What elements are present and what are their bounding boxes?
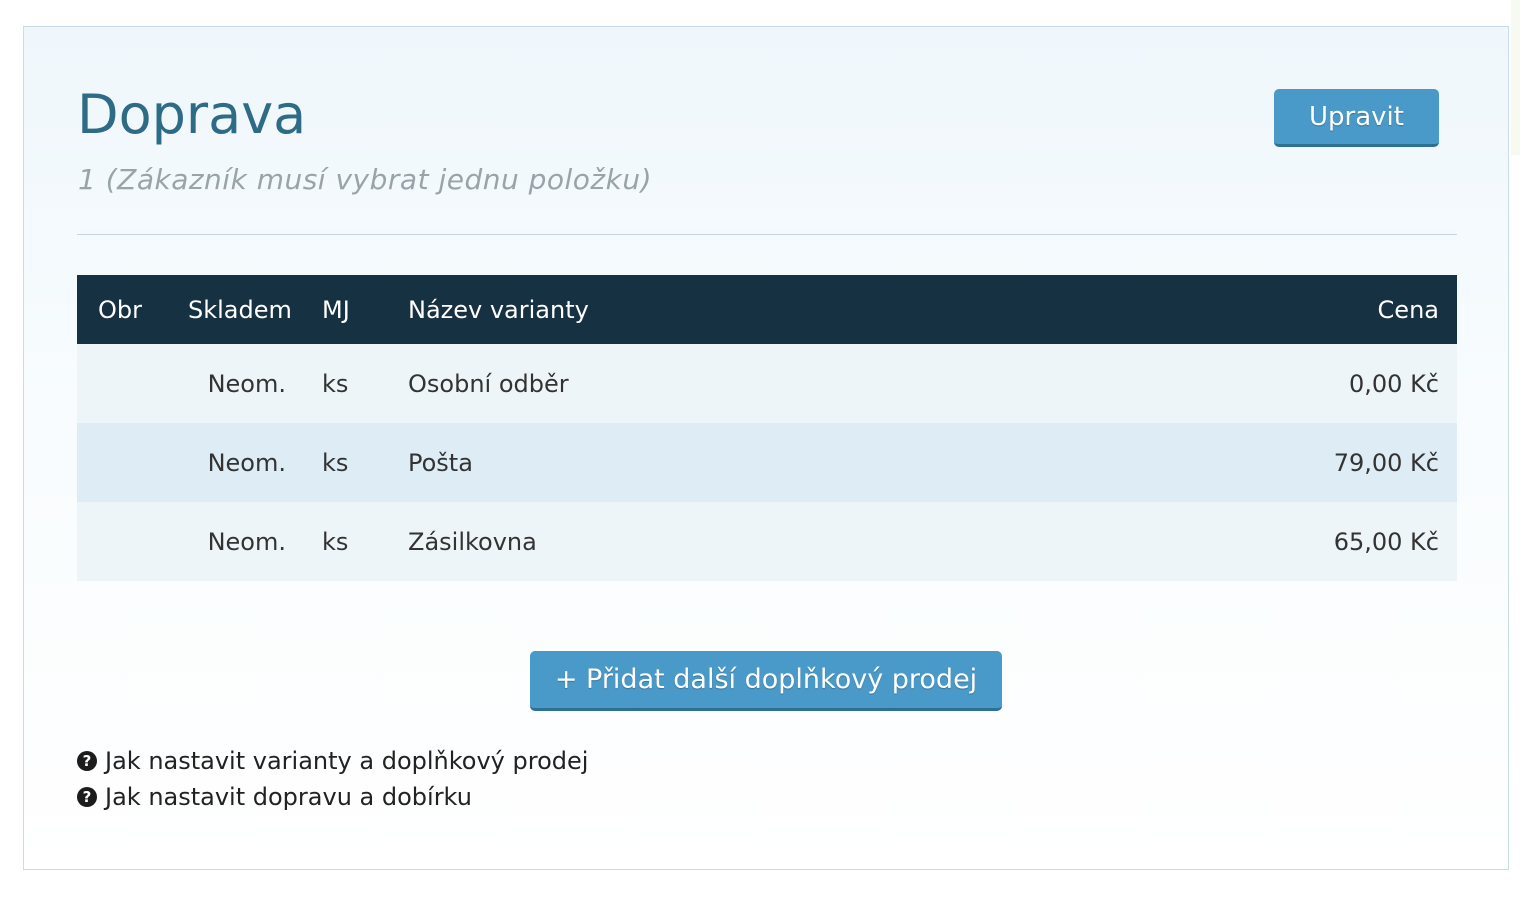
- shipping-panel: Doprava 1 (Zákazník musí vybrat jednu po…: [23, 26, 1509, 870]
- table-row[interactable]: Neom. ks Pošta 79,00 Kč: [77, 423, 1457, 502]
- help-link-label: Jak nastavit varianty a doplňkový prodej: [105, 747, 589, 775]
- cell-stock: Neom.: [207, 448, 286, 477]
- table-row[interactable]: Neom. ks Zásilkovna 65,00 Kč: [77, 502, 1457, 581]
- cell-variant-name: Pošta: [408, 448, 473, 477]
- variants-table: Obr Skladem MJ Název varianty Cena Neom.…: [77, 275, 1457, 581]
- cell-stock: Neom.: [207, 527, 286, 556]
- cell-price: 79,00 Kč: [1333, 448, 1439, 477]
- column-header-image: Obr: [98, 295, 142, 324]
- add-upsell-button[interactable]: + Přidat další doplňkový prodej: [530, 651, 1002, 711]
- cell-stock: Neom.: [207, 369, 286, 398]
- selection-rule-subtitle: 1 (Zákazník musí vybrat jednu položku): [78, 163, 653, 196]
- cell-price: 0,00 Kč: [1349, 369, 1439, 398]
- cell-unit: ks: [322, 448, 349, 477]
- divider: [77, 234, 1457, 235]
- help-link-variants[interactable]: ? Jak nastavit varianty a doplňkový prod…: [77, 747, 588, 775]
- cell-variant-name: Zásilkovna: [408, 527, 537, 556]
- table-header-row: Obr Skladem MJ Název varianty Cena: [77, 275, 1457, 344]
- help-link-shipping[interactable]: ? Jak nastavit dopravu a dobírku: [77, 783, 472, 811]
- page-title: Doprava: [77, 83, 307, 146]
- cell-variant-name: Osobní odběr: [408, 369, 569, 398]
- column-header-stock: Skladem: [188, 295, 292, 324]
- cell-unit: ks: [322, 527, 349, 556]
- question-circle-icon: ?: [77, 787, 97, 807]
- edge-tint: [1511, 0, 1520, 155]
- table-row[interactable]: Neom. ks Osobní odběr 0,00 Kč: [77, 344, 1457, 423]
- column-header-price: Cena: [1377, 295, 1439, 324]
- help-link-label: Jak nastavit dopravu a dobírku: [105, 783, 472, 811]
- column-header-variant-name: Název varianty: [408, 295, 589, 324]
- edit-button[interactable]: Upravit: [1274, 89, 1439, 147]
- question-circle-icon: ?: [77, 751, 97, 771]
- cell-price: 65,00 Kč: [1333, 527, 1439, 556]
- cell-unit: ks: [322, 369, 349, 398]
- column-header-unit: MJ: [322, 295, 350, 324]
